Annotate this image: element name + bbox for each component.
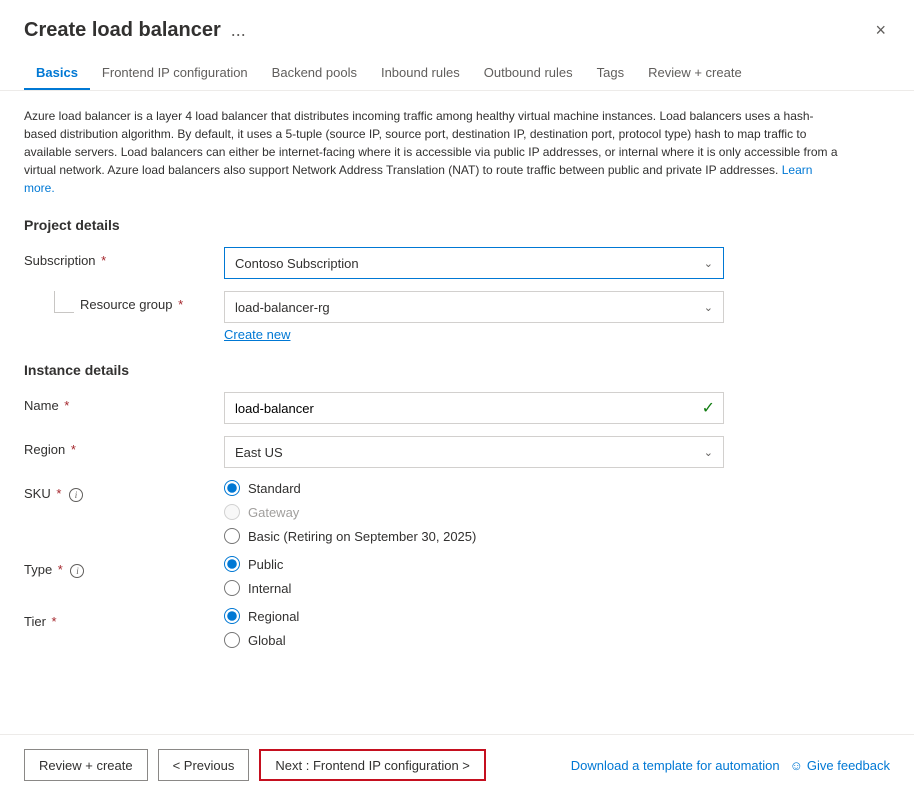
resource-group-row: Resource group * load-balancer-rg ⌄ Crea… <box>24 291 890 342</box>
next-button[interactable]: Next : Frontend IP configuration > <box>259 749 486 781</box>
resource-group-control: load-balancer-rg ⌄ Create new <box>224 291 724 342</box>
type-info-icon[interactable]: i <box>70 564 84 578</box>
type-internal-option[interactable]: Internal <box>224 580 724 596</box>
dialog-title: Create load balancer <box>24 19 221 42</box>
type-options: Public Internal <box>224 556 724 596</box>
type-row: Type * i Public Internal <box>24 556 890 596</box>
tier-global-option[interactable]: Global <box>224 632 724 648</box>
sku-info-icon[interactable]: i <box>69 488 83 502</box>
type-public-option[interactable]: Public <box>224 556 724 572</box>
ellipsis-menu[interactable]: ... <box>231 20 246 41</box>
subscription-label: Subscription * <box>24 247 224 268</box>
tab-inbound-rules[interactable]: Inbound rules <box>369 57 472 90</box>
tier-options: Regional Global <box>224 608 724 648</box>
subscription-row: Subscription * Contoso Subscription ⌄ <box>24 247 890 279</box>
subscription-control: Contoso Subscription ⌄ <box>224 247 724 279</box>
name-row: Name * ✓ <box>24 392 890 424</box>
type-label: Type * i <box>24 556 224 578</box>
tab-basics[interactable]: Basics <box>24 57 90 90</box>
close-button[interactable]: × <box>871 16 890 45</box>
instance-details-section: Instance details Name * ✓ Region * <box>24 362 890 648</box>
project-details-section: Project details Subscription * Contoso S… <box>24 217 890 342</box>
name-input[interactable] <box>225 393 702 423</box>
tier-label: Tier * <box>24 608 224 629</box>
name-valid-icon: ✓ <box>702 398 723 418</box>
previous-button[interactable]: < Previous <box>158 749 250 781</box>
name-control: ✓ <box>224 392 724 424</box>
tab-tags[interactable]: Tags <box>585 57 636 90</box>
instance-details-title: Instance details <box>24 362 890 378</box>
tier-regional-radio[interactable] <box>224 608 240 624</box>
sku-basic-option[interactable]: Basic (Retiring on September 30, 2025) <box>224 528 724 544</box>
region-label: Region * <box>24 436 224 457</box>
region-arrow-icon: ⌄ <box>704 446 713 459</box>
tab-frontend-ip[interactable]: Frontend IP configuration <box>90 57 260 90</box>
sku-basic-radio[interactable] <box>224 528 240 544</box>
resource-indent-line <box>54 291 74 313</box>
sku-gateway-radio <box>224 504 240 520</box>
sku-row: SKU * i Standard Gateway Basic (Retiring… <box>24 480 890 544</box>
tier-regional-option[interactable]: Regional <box>224 608 724 624</box>
create-load-balancer-dialog: Create load balancer ... × Basics Fronte… <box>0 0 914 795</box>
resource-group-select[interactable]: load-balancer-rg ⌄ <box>224 291 724 323</box>
description-text: Azure load balancer is a layer 4 load ba… <box>24 107 844 197</box>
region-control: East US ⌄ <box>224 436 724 468</box>
tab-backend-pools[interactable]: Backend pools <box>260 57 369 90</box>
create-new-link[interactable]: Create new <box>224 327 290 342</box>
type-internal-radio[interactable] <box>224 580 240 596</box>
region-row: Region * East US ⌄ <box>24 436 890 468</box>
resource-group-arrow-icon: ⌄ <box>704 301 713 314</box>
type-public-radio[interactable] <box>224 556 240 572</box>
form-content: Azure load balancer is a layer 4 load ba… <box>0 91 914 734</box>
tier-row: Tier * Regional Global <box>24 608 890 648</box>
sku-standard-radio[interactable] <box>224 480 240 496</box>
dialog-header: Create load balancer ... × <box>0 0 914 45</box>
feedback-icon: ☺ <box>790 758 803 773</box>
sku-label: SKU * i <box>24 480 224 502</box>
tab-bar: Basics Frontend IP configuration Backend… <box>0 57 914 91</box>
review-create-button[interactable]: Review + create <box>24 749 148 781</box>
subscription-arrow-icon: ⌄ <box>704 257 713 270</box>
sku-gateway-option[interactable]: Gateway <box>224 504 724 520</box>
region-select[interactable]: East US ⌄ <box>224 436 724 468</box>
subscription-select[interactable]: Contoso Subscription ⌄ <box>224 247 724 279</box>
tab-outbound-rules[interactable]: Outbound rules <box>472 57 585 90</box>
sku-options: Standard Gateway Basic (Retiring on Sept… <box>224 480 724 544</box>
name-label: Name * <box>24 392 224 413</box>
tier-global-radio[interactable] <box>224 632 240 648</box>
dialog-footer: Review + create < Previous Next : Fronte… <box>0 734 914 795</box>
give-feedback-button[interactable]: ☺ Give feedback <box>790 758 890 773</box>
tab-review-create[interactable]: Review + create <box>636 57 754 90</box>
download-template-link[interactable]: Download a template for automation <box>571 753 780 778</box>
project-details-title: Project details <box>24 217 890 233</box>
resource-group-indent: Resource group * <box>24 291 224 313</box>
sku-standard-option[interactable]: Standard <box>224 480 724 496</box>
